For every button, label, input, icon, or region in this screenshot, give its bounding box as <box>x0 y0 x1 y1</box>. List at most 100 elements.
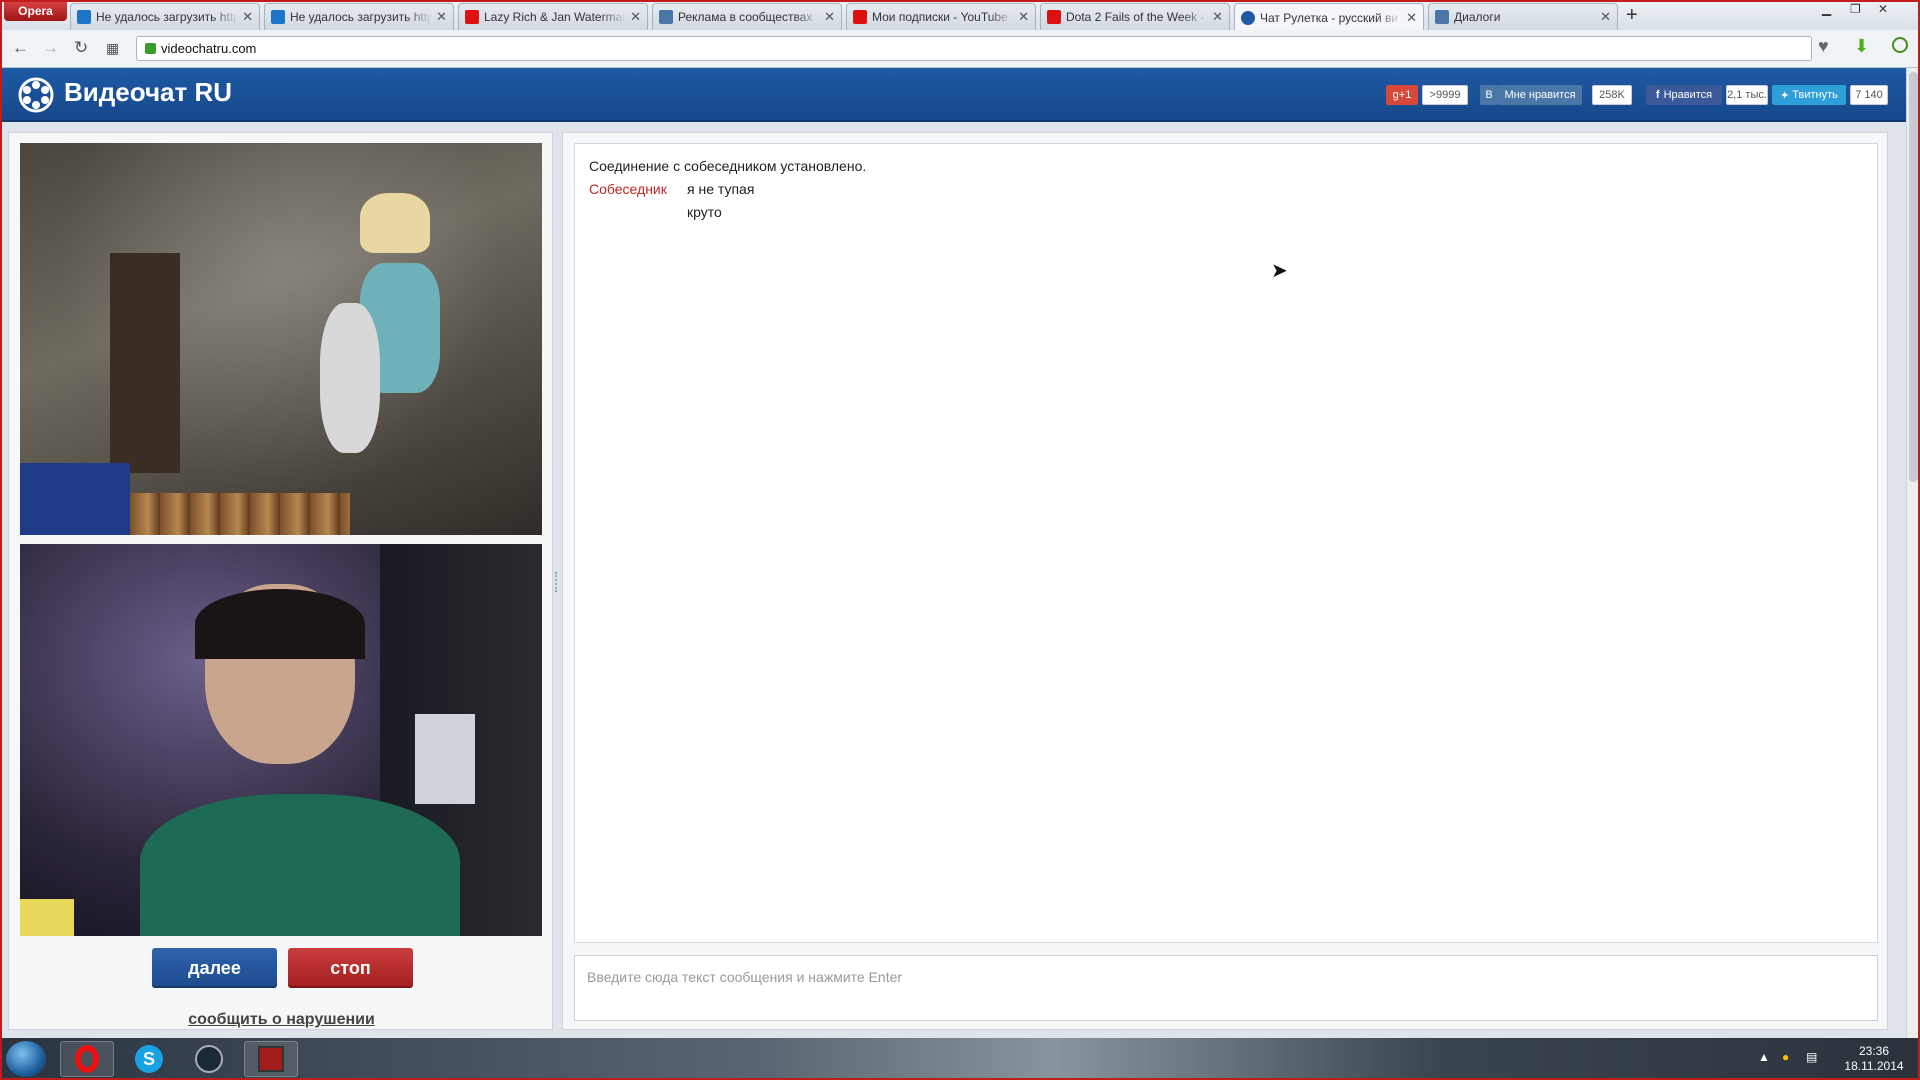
panel-resize-handle[interactable] <box>555 572 559 592</box>
message-input[interactable] <box>587 969 1865 985</box>
tab-dialogs[interactable]: Диалоги ✕ <box>1428 3 1618 30</box>
youtube-icon <box>1047 10 1061 24</box>
tab-youtube-subs[interactable]: Мои подписки - YouTube ✕ <box>846 3 1036 30</box>
upload-arrow-icon <box>271 10 285 24</box>
vk-like-button[interactable]: Мне нравится <box>1498 85 1582 105</box>
forward-icon[interactable]: → <box>42 38 59 58</box>
vk-icon <box>659 10 673 24</box>
minimize-button[interactable]: ▁ <box>1822 2 1831 16</box>
tab-label: Не удалось загрузить http <box>96 10 239 24</box>
system-clock[interactable]: 23:36 18.11.2014 <box>1838 1044 1910 1074</box>
chat-panel: Соединение с собеседником установлено. С… <box>562 132 1888 1030</box>
tab-chat-roulette[interactable]: Чат Рулетка - русский ви ✕ <box>1234 3 1424 31</box>
opera-menu-button[interactable]: Opera <box>4 1 67 21</box>
next-button[interactable]: далее <box>152 948 277 988</box>
turbo-icon[interactable] <box>1892 37 1908 53</box>
steam-taskbar-icon[interactable] <box>182 1041 236 1077</box>
gplus-button[interactable]: g+1 <box>1386 85 1418 105</box>
partner-video <box>20 143 542 535</box>
url-field[interactable]: videochatru.com <box>136 36 1812 61</box>
vk-dialogs-icon <box>1435 10 1449 24</box>
close-icon[interactable]: ✕ <box>824 9 835 25</box>
dota2-icon <box>258 1046 284 1072</box>
scrollbar-thumb[interactable] <box>1909 72 1918 482</box>
tab-upload-failed-1[interactable]: Не удалось загрузить http ✕ <box>70 3 260 30</box>
dota2-taskbar-icon[interactable] <box>244 1041 298 1077</box>
facebook-icon: f <box>1655 89 1660 101</box>
fb-like-count: 2,1 тыс. <box>1726 85 1768 105</box>
download-icon[interactable]: ⬇ <box>1854 36 1869 57</box>
vk-icon[interactable]: В <box>1480 85 1498 105</box>
tab-vk-ads[interactable]: Реклама в сообществах ✕ <box>652 3 842 30</box>
message-text: круто <box>687 204 722 220</box>
tweet-count: 7 140 <box>1850 85 1888 105</box>
maximize-button[interactable]: ❐ <box>1850 2 1861 16</box>
chat-log: Соединение с собеседником установлено. С… <box>574 143 1878 943</box>
url-text: videochatru.com <box>161 41 257 56</box>
site-logo[interactable]: Видеочат RU <box>64 77 232 108</box>
report-abuse-link[interactable]: сообщить о нарушении <box>9 1011 554 1029</box>
upload-arrow-icon <box>77 10 91 24</box>
tab-label: Чат Рулетка - русский ви <box>1260 10 1399 25</box>
opera-icon <box>75 1045 99 1073</box>
reload-icon[interactable]: ↻ <box>74 38 88 58</box>
tab-upload-failed-2[interactable]: Не удалось загрузить http ✕ <box>264 3 454 30</box>
chat-message: круто <box>589 204 1863 220</box>
tab-label: Диалоги <box>1454 10 1501 24</box>
chat-message: Собеседник я не тупая <box>589 181 1863 197</box>
tab-label: Реклама в сообществах <box>678 10 813 24</box>
lock-icon <box>145 43 156 54</box>
skype-icon: S <box>135 1045 163 1073</box>
film-reel-icon <box>18 77 54 113</box>
fb-like-label: Нравится <box>1663 89 1713 101</box>
message-input-box[interactable] <box>574 955 1878 1021</box>
skype-taskbar-icon[interactable]: S <box>122 1041 176 1077</box>
tray-expand-icon[interactable]: ▲ <box>1758 1050 1770 1064</box>
system-message: Соединение с собеседником установлено. <box>589 158 867 174</box>
mouse-cursor-icon: ➤ <box>1271 260 1288 282</box>
message-author: Собеседник <box>589 181 667 197</box>
network-icon[interactable]: ▤ <box>1806 1050 1817 1064</box>
close-icon[interactable]: ✕ <box>436 9 447 25</box>
tab-label: Мои подписки - YouTube <box>872 10 1008 24</box>
tab-label: Не удалось загрузить http <box>290 10 433 24</box>
close-icon[interactable]: ✕ <box>242 9 253 25</box>
self-video <box>20 544 542 936</box>
tweet-button[interactable]: ✦ Твитнуть <box>1772 85 1846 105</box>
vk-like-count: 258K <box>1592 85 1632 105</box>
close-icon[interactable]: ✕ <box>630 9 641 25</box>
tab-label: Dota 2 Fails of the Week - <box>1066 10 1205 24</box>
start-button[interactable] <box>6 1041 46 1077</box>
back-icon[interactable]: ← <box>12 38 29 58</box>
stop-button[interactable]: стоп <box>288 948 413 988</box>
tab-label: Lazy Rich & Jan Waterman <box>484 10 627 24</box>
video-panel: далее стоп сообщить о нарушении <box>8 132 553 1030</box>
close-icon[interactable]: ✕ <box>1406 10 1417 26</box>
tab-dota-fails[interactable]: Dota 2 Fails of the Week - ✕ <box>1040 3 1230 30</box>
steam-icon <box>195 1045 223 1073</box>
new-tab-button[interactable]: + <box>1626 5 1638 25</box>
windows-taskbar: S ▲ ● ▤ 23:36 18.11.2014 <box>0 1038 1920 1080</box>
clock-date: 18.11.2014 <box>1844 1059 1904 1073</box>
page-scrollbar[interactable] <box>1906 68 1920 1038</box>
close-window-button[interactable]: ✕ <box>1878 2 1888 16</box>
tray-app-icon[interactable]: ● <box>1782 1050 1789 1064</box>
message-author <box>589 204 687 220</box>
youtube-icon <box>853 10 867 24</box>
close-icon[interactable]: ✕ <box>1212 9 1223 25</box>
address-bar-row: ← → ↻ ▦ videochatru.com ♥ ⬇ <box>0 30 1920 68</box>
gplus-count: >9999 <box>1422 85 1468 105</box>
browser-tab-bar: Opera Не удалось загрузить http ✕ Не уда… <box>0 0 1920 31</box>
videochat-icon <box>1241 10 1255 25</box>
close-icon[interactable]: ✕ <box>1018 9 1029 25</box>
youtube-icon <box>465 10 479 24</box>
speed-dial-icon[interactable]: ▦ <box>106 40 119 57</box>
twitter-icon: ✦ <box>1780 89 1790 102</box>
heart-icon[interactable]: ♥ <box>1818 36 1829 57</box>
opera-taskbar-icon[interactable] <box>60 1041 114 1077</box>
tweet-label: Твитнуть <box>1792 89 1838 101</box>
fb-like-button[interactable]: f Нравится <box>1646 85 1722 105</box>
clock-time: 23:36 <box>1858 1044 1890 1058</box>
close-icon[interactable]: ✕ <box>1600 9 1611 25</box>
tab-lazy-rich[interactable]: Lazy Rich & Jan Waterman ✕ <box>458 3 648 30</box>
